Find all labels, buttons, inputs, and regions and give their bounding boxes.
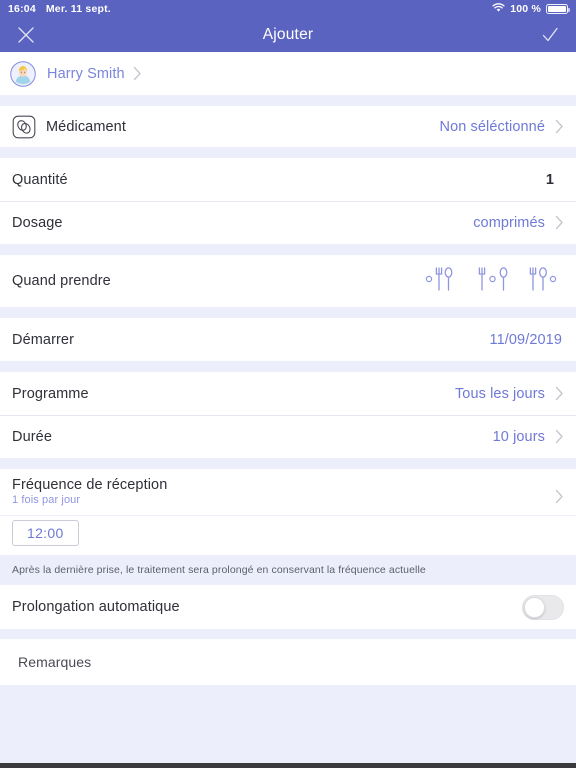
start-date-value[interactable]: 11/09/2019 (490, 332, 565, 348)
auto-extend-note: Après la dernière prise, le traitement s… (0, 555, 576, 585)
reminder-time-chip[interactable]: 12:00 (12, 520, 79, 546)
start-date-row[interactable]: Démarrer 11/09/2019 (0, 318, 576, 361)
reminder-times-row: 12:00 (0, 515, 576, 555)
section-gap (0, 458, 576, 469)
section-gap (0, 95, 576, 106)
remarks-placeholder: Remarques (18, 654, 92, 670)
when-to-take-row: Quand prendre (0, 255, 576, 307)
close-x-icon (18, 27, 34, 43)
status-bar-time: 16:04 (8, 3, 36, 15)
status-bar: 16:04 Mer. 11 sept. 100 % (0, 0, 576, 18)
status-bar-date: Mer. 11 sept. (45, 3, 111, 15)
form-content: Harry Smith Médicament Non séléctionné Q… (0, 52, 576, 763)
meal-option-list (424, 264, 564, 299)
programme-label: Programme (12, 385, 89, 402)
page-title: Ajouter (262, 26, 314, 43)
frequency-subtitle: 1 fois par jour (12, 494, 81, 506)
programme-value: Tous les jours (454, 385, 545, 402)
section-gap (0, 244, 576, 255)
auto-extend-toggle[interactable] (522, 594, 564, 620)
pills-icon (12, 115, 36, 139)
medication-value: Non séléctionné (439, 118, 545, 135)
quantity-dosage-group: Quantité 1 Dosage comprimés (0, 158, 576, 244)
chevron-right-icon[interactable] (555, 489, 564, 504)
quantity-label: Quantité (12, 171, 68, 188)
navigation-bar: Ajouter (0, 18, 576, 52)
home-indicator-bar (0, 763, 576, 768)
battery-full-icon (546, 4, 570, 14)
auto-extend-group: Prolongation automatique (0, 585, 576, 629)
app-root: 16:04 Mer. 11 sept. 100 % Ajouter Harry … (0, 0, 576, 768)
auto-extend-row[interactable]: Prolongation automatique (0, 585, 576, 629)
status-bar-right: 100 % (492, 2, 570, 16)
start-group: Démarrer 11/09/2019 (0, 318, 576, 361)
frequency-group: Fréquence de réception 1 fois par jour 1… (0, 469, 576, 555)
chevron-right-icon[interactable] (555, 215, 564, 230)
frequency-texts: Fréquence de réception 1 fois par jour (12, 477, 167, 506)
person-name-label: Harry Smith (47, 65, 125, 82)
duration-row[interactable]: Durée 10 jours (0, 415, 576, 458)
when-group: Quand prendre (0, 255, 576, 307)
quantity-value: 1 (545, 171, 554, 188)
during-meal-icon[interactable] (475, 264, 513, 299)
dosage-row[interactable]: Dosage comprimés (0, 201, 576, 244)
medication-label: Médicament (46, 118, 126, 135)
checkmark-icon (542, 27, 558, 42)
dosage-value: comprimés (473, 214, 545, 231)
user-avatar-icon (10, 60, 36, 87)
duration-value: 10 jours (492, 428, 545, 445)
dosage-label: Dosage (12, 214, 63, 231)
chevron-right-icon[interactable] (133, 66, 142, 81)
section-gap (0, 629, 576, 639)
after-meal-icon[interactable] (526, 264, 564, 299)
chevron-right-icon[interactable] (555, 119, 564, 134)
section-gap (0, 147, 576, 158)
close-button[interactable] (0, 18, 52, 52)
person-row[interactable]: Harry Smith (0, 52, 576, 95)
medication-row[interactable]: Médicament Non séléctionné (0, 106, 576, 147)
medication-group: Médicament Non séléctionné (0, 106, 576, 147)
wifi-icon (492, 2, 505, 16)
battery-percent-label: 100 % (510, 3, 541, 15)
section-gap (0, 361, 576, 372)
confirm-button[interactable] (524, 18, 576, 52)
frequency-row[interactable]: Fréquence de réception 1 fois par jour (0, 469, 576, 515)
remarks-row[interactable]: Remarques (0, 639, 576, 685)
frequency-label: Fréquence de réception (12, 477, 168, 493)
programme-group: Programme Tous les jours Durée 10 jours (0, 372, 576, 458)
when-to-take-label: Quand prendre (12, 273, 111, 289)
start-date-label: Démarrer (12, 331, 75, 348)
auto-extend-label: Prolongation automatique (12, 599, 180, 615)
before-meal-icon[interactable] (424, 264, 462, 299)
section-gap (0, 307, 576, 318)
programme-row[interactable]: Programme Tous les jours (0, 372, 576, 415)
status-bar-left: 16:04 Mer. 11 sept. (8, 3, 111, 15)
chevron-right-icon[interactable] (555, 386, 564, 401)
duration-label: Durée (12, 428, 52, 445)
bottom-filler (0, 685, 576, 763)
toggle-knob (524, 596, 545, 618)
chevron-right-icon[interactable] (555, 429, 564, 444)
person-group: Harry Smith (0, 52, 576, 95)
quantity-row[interactable]: Quantité 1 (0, 158, 576, 201)
